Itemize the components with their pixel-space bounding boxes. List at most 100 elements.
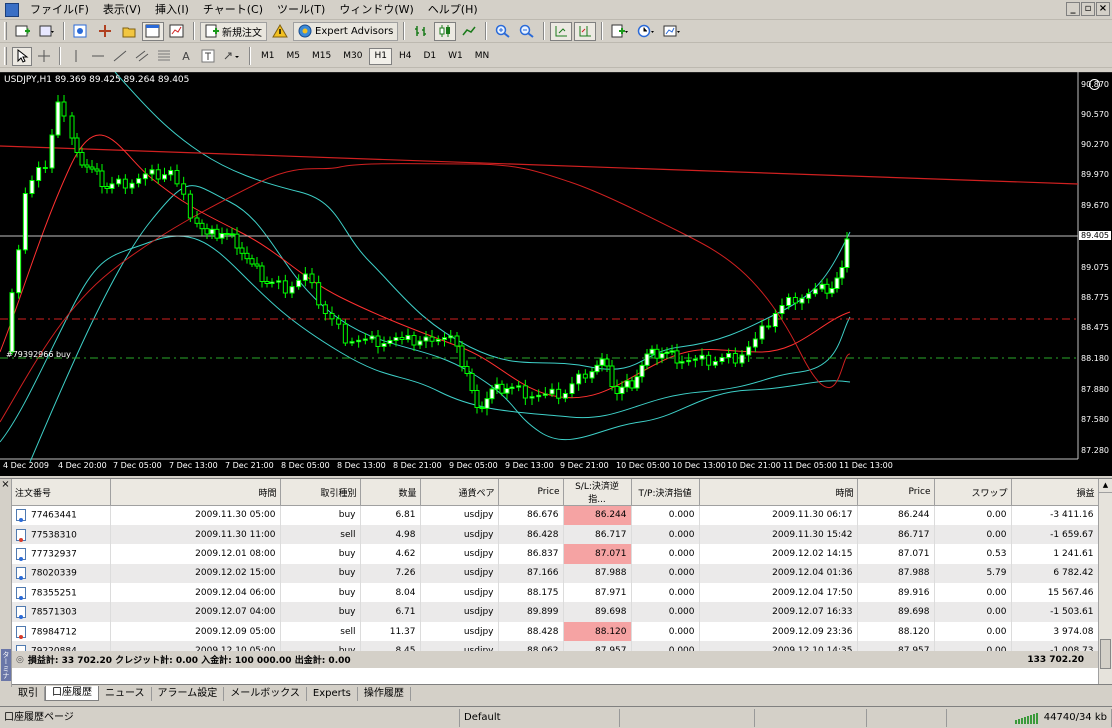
col-symbol[interactable]: 通貨ペア	[420, 479, 499, 506]
vertical-line-tool[interactable]	[66, 47, 86, 66]
price-tick-label: 87.280	[1081, 446, 1109, 455]
col-take-profit[interactable]: T/P:決済指値	[631, 479, 700, 506]
timeframe-w1[interactable]: W1	[443, 48, 468, 65]
timeframe-mn[interactable]: MN	[470, 48, 495, 65]
cell-profit-text: -1 659.67	[1050, 529, 1094, 540]
tab-account-history[interactable]: 口座履歴	[45, 686, 99, 701]
horizontal-line-tool[interactable]	[88, 47, 108, 66]
tab-journal[interactable]: 操作履歴	[358, 686, 411, 701]
arrows-tool[interactable]	[220, 47, 244, 66]
text-tool[interactable]: A	[176, 47, 196, 66]
table-row[interactable]: 78984712 2009.12.09 05:00 sell 11.37 usdjpy 8…	[12, 621, 1099, 642]
equidistant-channel-tool[interactable]	[132, 47, 152, 66]
trendline-tool[interactable]	[110, 47, 130, 66]
table-row[interactable]: 77463441 2009.11.30 05:00 buy 6.81 usdjpy 86.…	[12, 505, 1099, 525]
timeframe-m15[interactable]: M15	[307, 48, 336, 65]
new-order-button[interactable]: 新規注文	[200, 21, 267, 41]
timeframe-m1[interactable]: M1	[256, 48, 280, 65]
expert-advisors-button[interactable]: Expert Advisors	[293, 21, 399, 41]
table-row[interactable]: 78020339 2009.12.02 15:00 buy 7.26 usdjpy 87.…	[12, 563, 1099, 584]
zoom-in-button[interactable]	[492, 22, 514, 41]
minimize-button[interactable]: _	[1066, 2, 1080, 16]
menu-file[interactable]: ファイル(F)	[23, 1, 96, 19]
line-chart-button[interactable]	[458, 22, 480, 41]
cell-open-time-text: 2009.12.09 05:00	[195, 626, 276, 637]
tab-trade[interactable]: 取引	[12, 686, 45, 701]
candle-body	[369, 335, 375, 340]
cursor-tool[interactable]	[12, 46, 32, 66]
timeframe-m5[interactable]: M5	[282, 48, 306, 65]
timeframe-h1[interactable]: H1	[369, 47, 392, 65]
col-price[interactable]: Price	[498, 479, 564, 506]
col-close-time[interactable]: 時間	[699, 479, 858, 506]
tab-experts[interactable]: Experts	[307, 686, 358, 701]
cell-open-time: 2009.12.02 15:00	[110, 563, 281, 584]
bar-chart-button[interactable]	[410, 22, 432, 41]
candle-body	[489, 388, 495, 400]
tester-button[interactable]	[166, 22, 188, 41]
tab-mailbox[interactable]: メールボックス	[224, 686, 307, 701]
navigator-button[interactable]	[118, 22, 140, 41]
chart-shift-button[interactable]	[574, 21, 597, 41]
price-chart[interactable]: USDJPY,H1 89.369 89.425 89.264 89.405 #7…	[0, 72, 1112, 476]
col-type[interactable]: 取引種別	[280, 479, 361, 506]
candle-body	[349, 341, 355, 344]
tab-alerts[interactable]: アラーム設定	[152, 686, 225, 701]
timeframe-h4[interactable]: H4	[394, 48, 417, 65]
templates-button[interactable]	[660, 22, 684, 41]
cell-symbol: usdjpy	[420, 621, 499, 642]
timeframe-m30[interactable]: M30	[338, 48, 367, 65]
toolbar-separator	[403, 22, 406, 40]
terminal-button[interactable]	[142, 21, 164, 41]
cell-size-text: 11.37	[389, 626, 416, 637]
text-label-tool[interactable]	[198, 47, 218, 66]
menu-help[interactable]: ヘルプ(H)	[421, 1, 485, 19]
auto-scroll-button[interactable]	[550, 21, 573, 41]
cell-type-text: buy	[338, 548, 356, 559]
periods-button[interactable]	[634, 22, 658, 41]
table-row[interactable]: 77538310 2009.11.30 11:00 sell 4.98 usdjpy 86…	[12, 524, 1099, 545]
fibonacci-tool[interactable]	[154, 47, 174, 66]
table-row[interactable]: 78571303 2009.12.07 04:00 buy 6.71 usdjpy 89.…	[12, 602, 1099, 622]
restore-button[interactable]: ▫	[1081, 2, 1095, 16]
menu-tools[interactable]: ツール(T)	[270, 1, 332, 19]
terminal-tabs: 取引 口座履歴 ニュース アラーム設定 メールボックス Experts 操作履歴	[12, 684, 1112, 702]
candle-body	[442, 337, 447, 340]
table-row[interactable]: 78355251 2009.12.04 06:00 buy 8.04 usdjpy 88.…	[12, 583, 1099, 603]
col-ticket[interactable]: 注文番号	[12, 479, 111, 506]
col-size[interactable]: 数量	[360, 479, 421, 506]
scroll-up-icon[interactable]: ▲	[1099, 479, 1112, 493]
candle-body	[604, 358, 610, 367]
market-watch-button[interactable]	[70, 22, 92, 41]
chart-scroll-icon[interactable]	[1089, 79, 1100, 90]
terminal-close-icon[interactable]: ×	[0, 479, 11, 491]
cell-close-price-text: 89.698	[898, 607, 930, 618]
zoom-out-button[interactable]	[516, 22, 538, 41]
time-tick-label: 11 Dec 13:00	[839, 461, 893, 470]
menu-window[interactable]: ウィンドウ(W)	[332, 1, 420, 19]
col-close-price[interactable]: Price	[857, 479, 935, 506]
close-button[interactable]: ×	[1096, 2, 1110, 16]
scroll-thumb[interactable]	[1100, 639, 1111, 669]
col-stop-loss[interactable]: S/L:決済逆指...	[563, 479, 632, 506]
col-swap[interactable]: スワップ	[934, 479, 1012, 506]
candlestick-button[interactable]	[434, 21, 457, 41]
cell-close-price-text: 87.988	[898, 568, 930, 579]
profiles-button[interactable]	[36, 22, 58, 41]
indicators-button[interactable]	[608, 22, 632, 41]
crosshair-tool[interactable]	[34, 47, 54, 66]
table-row[interactable]: 77732937 2009.12.01 08:00 buy 4.62 usdjpy 86.…	[12, 544, 1099, 564]
menu-chart[interactable]: チャート(C)	[196, 1, 270, 19]
data-window-button[interactable]	[94, 22, 116, 41]
col-open-time[interactable]: 時間	[110, 479, 281, 506]
new-chart-button[interactable]	[12, 22, 34, 41]
tab-news[interactable]: ニュース	[99, 686, 152, 701]
metaeditor-button[interactable]	[269, 22, 291, 41]
col-profit[interactable]: 損益	[1011, 479, 1099, 506]
timeframe-d1[interactable]: D1	[418, 48, 441, 65]
candle-body	[686, 359, 692, 363]
chart-canvas[interactable]	[0, 72, 1112, 476]
menu-view[interactable]: 表示(V)	[96, 1, 148, 19]
menu-insert[interactable]: 挿入(I)	[148, 1, 196, 19]
terminal-scrollbar[interactable]: ▲	[1098, 479, 1112, 687]
